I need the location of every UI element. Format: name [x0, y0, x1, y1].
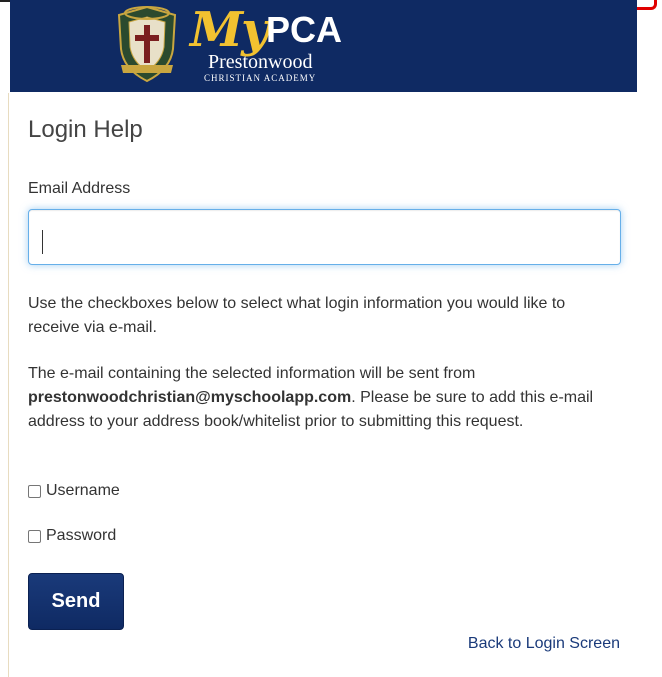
page-title: Login Help	[28, 116, 143, 143]
school-name: Prestonwood	[208, 51, 313, 73]
school-crest-logo	[115, 5, 179, 83]
username-checkbox[interactable]	[28, 484, 41, 498]
left-border	[8, 93, 9, 677]
site-header: My PCA Prestonwood CHRISTIAN ACADEMY	[10, 0, 637, 92]
text-caret	[42, 230, 43, 254]
password-label: Password	[46, 527, 117, 544]
send-button[interactable]: Send	[28, 573, 124, 630]
instructions-text: Use the checkboxes below to select what …	[28, 295, 566, 336]
notice-text: The e-mail containing the selected infor…	[28, 362, 608, 434]
email-label: Email Address	[28, 180, 131, 197]
notice-prefix: The e-mail containing the selected infor…	[28, 365, 476, 382]
email-field[interactable]	[28, 209, 621, 265]
brand-pca: PCA	[266, 9, 343, 50]
brand-my: My	[190, 2, 269, 58]
sender-email: prestonwoodchristian@myschoolapp.com	[28, 389, 352, 406]
back-to-login-link[interactable]: Back to Login Screen	[468, 635, 620, 653]
password-checkbox[interactable]	[28, 529, 41, 543]
school-tagline: CHRISTIAN ACADEMY	[204, 73, 317, 83]
username-option[interactable]: Username	[28, 482, 120, 500]
username-label: Username	[46, 482, 120, 499]
password-option[interactable]: Password	[28, 527, 116, 545]
